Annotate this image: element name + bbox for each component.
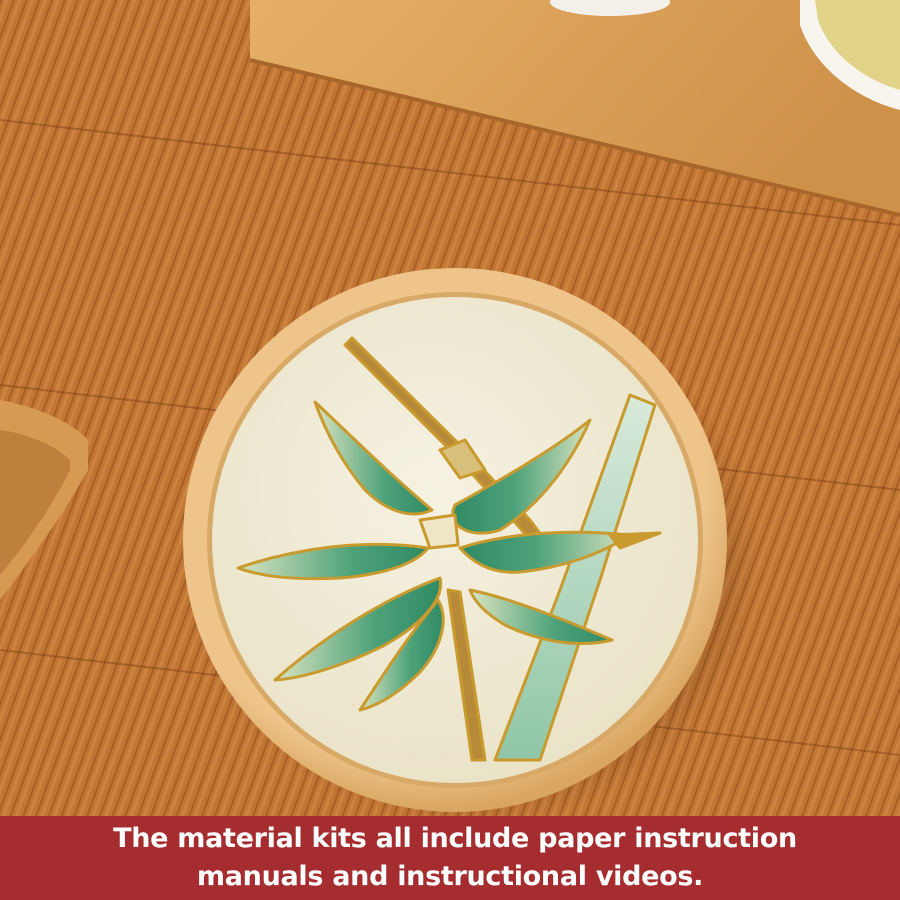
caption-banner: The material kits all include paper inst… (0, 816, 900, 900)
caption-line-1: The material kits all include paper inst… (113, 823, 797, 854)
product-photo: The material kits all include paper inst… (0, 0, 900, 900)
coaster-scene (0, 0, 900, 900)
caption-line-2: manuals and instructional videos. (196, 861, 704, 892)
